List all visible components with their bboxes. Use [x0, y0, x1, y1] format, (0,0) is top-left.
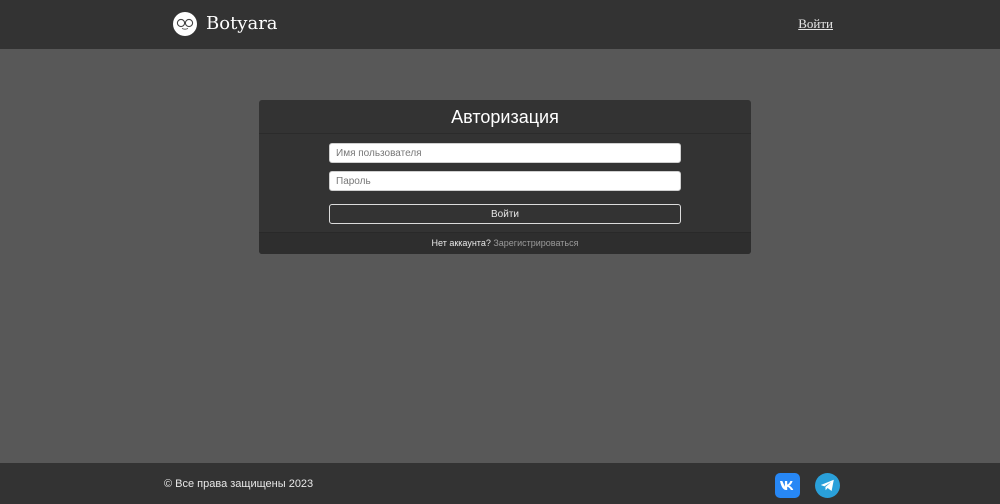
- brand-name[interactable]: Botyara: [206, 12, 278, 36]
- no-account-text: Нет аккаунта?: [431, 238, 491, 248]
- site-footer: © Все права защищены 2023: [0, 463, 1000, 504]
- username-input[interactable]: [329, 143, 681, 163]
- site-header: Botyara Войти: [0, 0, 1000, 49]
- telegram-icon[interactable]: [815, 473, 840, 498]
- copyright-text: © Все права защищены 2023: [164, 478, 314, 490]
- card-footer: Нет аккаунта? Зарегистрироваться: [259, 232, 751, 254]
- register-link[interactable]: Зарегистрироваться: [493, 238, 578, 248]
- vk-icon[interactable]: [775, 473, 800, 498]
- login-button[interactable]: Войти: [329, 204, 681, 224]
- glasses-logo-icon[interactable]: [173, 12, 197, 36]
- auth-title: Авторизация: [259, 100, 751, 134]
- password-input[interactable]: [329, 171, 681, 191]
- auth-card: Авторизация Войти Нет аккаунта? Зарегист…: [259, 100, 751, 254]
- header-login-link[interactable]: Войти: [798, 16, 833, 32]
